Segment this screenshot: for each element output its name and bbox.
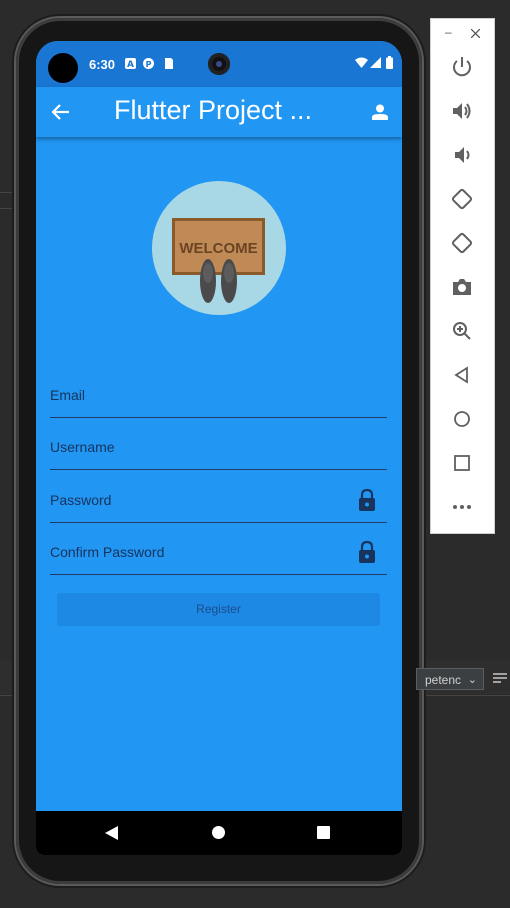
app-bar-title: Flutter Project ... [114, 95, 313, 125]
more-icon[interactable] [450, 495, 474, 519]
chevron-down-icon: ⌄ [467, 674, 477, 686]
overview-icon[interactable] [450, 451, 474, 475]
soft-wrap-icon[interactable] [493, 673, 507, 685]
close-icon[interactable] [471, 29, 480, 38]
confirm-password-field[interactable]: Confirm Password [50, 522, 387, 575]
username-label: Username [50, 439, 115, 455]
zoom-in-icon[interactable] [450, 319, 474, 343]
nav-back-icon[interactable] [105, 826, 118, 840]
welcome-mat-text: WELCOME [179, 240, 257, 257]
ide-dropdown-text: petenc [425, 673, 462, 687]
lock-icon[interactable] [357, 489, 377, 511]
nav-home-icon[interactable] [212, 826, 225, 839]
ide-dropdown[interactable]: petenc ⌄ [416, 668, 484, 690]
password-field[interactable]: Password [50, 470, 387, 523]
front-camera-cutout [48, 53, 78, 83]
accessibility-icon: A [125, 58, 136, 69]
sim-card-icon [165, 58, 173, 69]
person-icon[interactable] [372, 104, 388, 120]
camera-icon[interactable] [450, 275, 474, 299]
minimize-icon[interactable]: – [445, 25, 452, 39]
power-icon[interactable] [450, 55, 474, 79]
email-field[interactable]: Email [50, 365, 387, 418]
wifi-icon [355, 57, 368, 68]
svg-text:A: A [127, 60, 134, 69]
status-bar: 6:30 A P [36, 41, 402, 87]
home-icon[interactable] [450, 407, 474, 431]
rotate-right-icon[interactable] [450, 231, 474, 255]
confirm-password-label: Confirm Password [50, 544, 165, 560]
emulator-toolbar: – [430, 18, 495, 534]
username-field[interactable]: Username [50, 417, 387, 470]
volume-up-icon[interactable] [450, 99, 474, 123]
back-icon[interactable] [450, 363, 474, 387]
password-label: Password [50, 492, 112, 508]
register-button[interactable]: Register [57, 593, 380, 626]
flutter-notification-icon: P [143, 58, 154, 69]
svg-text:P: P [146, 60, 152, 69]
back-arrow-icon[interactable] [52, 104, 70, 120]
welcome-avatar: WELCOME [152, 181, 286, 315]
email-label: Email [50, 387, 86, 403]
center-camera-icon [208, 53, 230, 75]
status-time: 6:30 [89, 57, 116, 72]
navigation-bar [36, 811, 402, 855]
app-bar: Flutter Project ... [36, 87, 402, 137]
ide-divider [0, 208, 14, 209]
phone-screen: 6:30 A P Flutter Project ... WELCOME Ema… [36, 41, 402, 855]
lock-icon[interactable] [357, 541, 377, 563]
ide-divider [0, 192, 14, 193]
rotate-left-icon[interactable] [450, 187, 474, 211]
volume-down-icon[interactable] [450, 143, 474, 167]
battery-icon [386, 56, 393, 69]
welcome-mat-illustration: WELCOME [172, 218, 265, 303]
signal-icon [370, 57, 381, 68]
nav-overview-icon[interactable] [317, 826, 330, 839]
